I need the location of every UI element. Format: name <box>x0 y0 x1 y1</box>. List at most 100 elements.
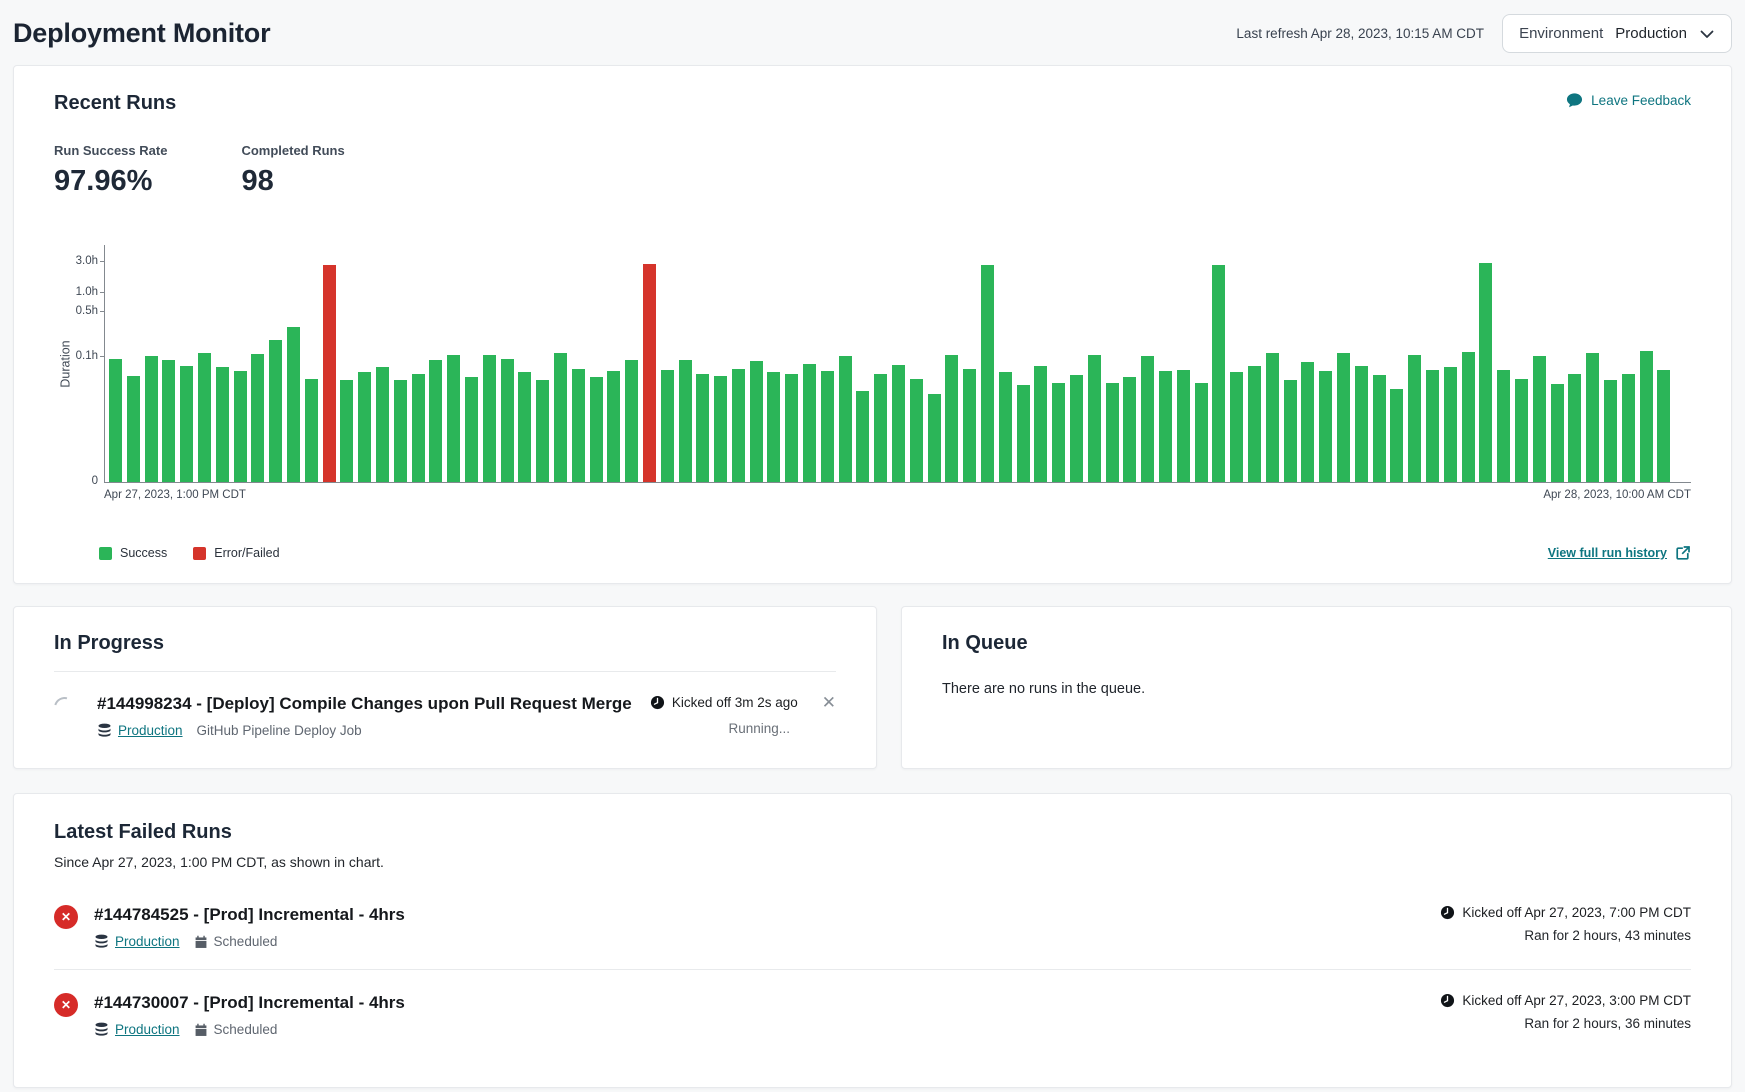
external-link-icon <box>1675 545 1691 561</box>
chart-bar-success <box>1390 389 1403 482</box>
last-refresh-text: Last refresh Apr 28, 2023, 10:15 AM CDT <box>1236 26 1484 41</box>
chart-bar-success <box>1106 383 1119 483</box>
chart-bar-success <box>1568 374 1581 482</box>
chart-bar-success <box>625 360 638 482</box>
chart-y-tick-label: 0.5h <box>76 306 98 318</box>
view-run-history-link[interactable]: View full run history <box>1548 545 1691 561</box>
chart-y-tick-label: 0.1h <box>76 351 98 363</box>
chart-bar-success <box>661 370 674 482</box>
chart-x-end-label: Apr 28, 2023, 10:00 AM CDT <box>1543 489 1691 501</box>
chart-bar-success <box>1355 366 1368 482</box>
environment-tag: Production <box>97 723 183 738</box>
chart-bar-success <box>1408 355 1421 482</box>
legend-item: Error/Failed <box>193 546 279 560</box>
in-progress-title: In Progress <box>54 632 836 655</box>
chart-bar-failed <box>643 264 656 482</box>
chart-bar-success <box>1034 366 1047 482</box>
chart-bar-success <box>1586 353 1599 482</box>
chart-bar-success <box>216 367 229 482</box>
chart-bar-success <box>536 380 549 482</box>
calendar-icon <box>194 1023 208 1037</box>
chart-bar-success <box>892 365 905 482</box>
environment-tag: Production <box>94 934 180 949</box>
duration-bar-chart: Duration 0 0.1h 0.5h 1.0h 3.0h Apr 27, 2023,… <box>54 245 1691 561</box>
chart-bar-success <box>1462 352 1475 482</box>
chart-bar-success <box>981 265 994 482</box>
production-link[interactable]: Production <box>118 723 183 738</box>
in-progress-card: In Progress #144998234 - [Deploy] Compil… <box>13 606 877 769</box>
kicked-off-text: Kicked off Apr 27, 2023, 3:00 PM CDT <box>1440 993 1691 1008</box>
legend-item: Success <box>99 546 167 560</box>
chart-y-axis: Duration 00.1h0.5h1.0h3.0h <box>54 245 104 483</box>
chart-bar-success <box>767 372 780 482</box>
recent-runs-card: Recent Runs Leave Feedback Run Success R… <box>13 65 1732 584</box>
chart-bar-success <box>1426 370 1439 482</box>
chart-bar-success <box>1070 375 1083 482</box>
clock-icon <box>1440 993 1455 1008</box>
chart-bar-success <box>839 356 852 482</box>
chart-y-tick-label: 0 <box>92 476 98 488</box>
failed-run-row: ✕ #144784525 - [Prod] Incremental - 4hrs… <box>54 882 1691 969</box>
stat-label: Completed Runs <box>241 143 344 158</box>
in-queue-card: In Queue There are no runs in the queue. <box>901 606 1732 769</box>
legend-label: Error/Failed <box>214 546 279 560</box>
chart-y-tick-label: 3.0h <box>76 256 98 268</box>
chart-bar-success <box>1479 263 1492 482</box>
latest-failed-title: Latest Failed Runs <box>54 821 1691 844</box>
chart-bar-success <box>1640 351 1653 482</box>
legend-swatch <box>193 547 206 560</box>
chart-bar-failed <box>323 265 336 482</box>
chart-bar-success <box>483 355 496 482</box>
chart-bar-success <box>447 355 460 482</box>
chart-bar-success <box>999 372 1012 482</box>
chart-bar-success <box>1212 265 1225 482</box>
stat-value: 97.96% <box>54 165 167 198</box>
spinner-icon <box>50 693 79 722</box>
schedule-tag: Scheduled <box>194 1022 278 1037</box>
chart-bar-success <box>1337 353 1350 482</box>
chart-bar-success <box>1301 362 1314 482</box>
chart-y-tick-label: 1.0h <box>76 287 98 299</box>
chart-legend: Success Error/Failed <box>99 546 280 560</box>
chart-bar-success <box>607 371 620 482</box>
run-duration-text: Ran for 2 hours, 36 minutes <box>1524 1016 1691 1031</box>
chart-bar-success <box>412 374 425 482</box>
chart-bar-success <box>465 377 478 482</box>
view-run-history-label[interactable]: View full run history <box>1548 546 1667 560</box>
chart-bar-success <box>269 340 282 482</box>
chart-bar-success <box>1319 371 1332 482</box>
chart-bar-success <box>1622 374 1635 482</box>
failed-run-row: ✕ #144730007 - [Prod] Incremental - 4hrs… <box>54 969 1691 1057</box>
chart-bar-success <box>1123 377 1136 482</box>
run-job-name: GitHub Pipeline Deploy Job <box>197 723 362 738</box>
chart-bar-success <box>874 374 887 482</box>
environment-dropdown[interactable]: Environment Production <box>1502 14 1732 53</box>
latest-failed-subtitle: Since Apr 27, 2023, 1:00 PM CDT, as show… <box>54 854 1691 870</box>
close-button[interactable]: ✕ <box>822 694 836 711</box>
chart-y-axis-title: Duration <box>59 340 73 387</box>
chart-bar-success <box>821 371 834 482</box>
clock-icon <box>1440 905 1455 920</box>
page-title: Deployment Monitor <box>13 18 270 49</box>
stat-completed-runs: Completed Runs 98 <box>241 143 344 198</box>
production-link[interactable]: Production <box>115 1022 180 1037</box>
leave-feedback-link[interactable]: Leave Feedback <box>1566 92 1691 109</box>
chevron-down-icon <box>1699 26 1715 42</box>
leave-feedback-label: Leave Feedback <box>1591 93 1691 108</box>
chart-bar-success <box>928 394 941 482</box>
chart-x-axis: Apr 27, 2023, 1:00 PM CDT Apr 28, 2023, … <box>104 489 1691 501</box>
clock-icon <box>650 695 665 710</box>
chart-bar-success <box>1551 384 1564 482</box>
error-badge-icon: ✕ <box>54 993 78 1017</box>
chart-bar-success <box>945 355 958 482</box>
chart-bar-success <box>1515 379 1528 482</box>
chart-bar-success <box>358 372 371 482</box>
chart-bar-success <box>1017 385 1030 482</box>
chart-bar-success <box>554 353 567 482</box>
chart-plot-area <box>104 245 1691 483</box>
production-link[interactable]: Production <box>115 934 180 949</box>
kicked-off-text: Kicked off Apr 27, 2023, 7:00 PM CDT <box>1440 905 1691 920</box>
calendar-icon <box>194 935 208 949</box>
chart-bar-success <box>1373 375 1386 482</box>
in-progress-run-row: #144998234 - [Deploy] Compile Changes up… <box>54 694 836 738</box>
